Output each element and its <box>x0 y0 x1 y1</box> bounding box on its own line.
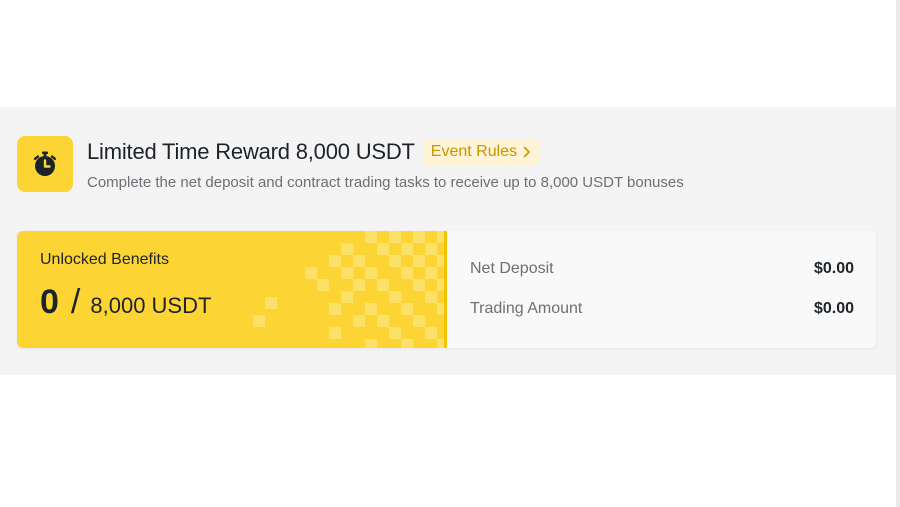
trading-amount-value: $0.00 <box>813 300 854 317</box>
chevron-right-icon <box>523 146 531 158</box>
page-right-edge <box>896 0 900 507</box>
unlocked-benefits-label: Unlocked Benefits <box>40 251 169 268</box>
reward-header: Limited Time Reward 8,000 USDT Event Rul… <box>17 136 877 192</box>
benefits-separator: / <box>70 283 81 321</box>
unlocked-benefits-value: 0 / 8,000 USDT <box>40 283 211 327</box>
reward-panel: Limited Time Reward 8,000 USDT Event Rul… <box>0 107 896 375</box>
reward-icon-tile <box>17 136 73 192</box>
event-rules-button[interactable]: Event Rules <box>422 139 540 165</box>
title-row: Limited Time Reward 8,000 USDT Event Rul… <box>87 138 540 166</box>
task-stats-block: Net Deposit $0.00 Trading Amount $0.00 <box>447 231 876 348</box>
benefits-total-amount: 8,000 USDT <box>90 293 212 318</box>
pixel-pattern-decoration <box>253 231 447 348</box>
alarm-clock-icon <box>31 150 59 178</box>
event-rules-label: Event Rules <box>430 143 518 160</box>
stat-row-trading-amount: Trading Amount $0.00 <box>470 298 854 320</box>
benefits-current-amount: 0 <box>40 283 59 321</box>
unlocked-benefits-block: Unlocked Benefits 0 / 8,000 USDT <box>17 231 447 348</box>
trading-amount-label: Trading Amount <box>470 300 583 317</box>
page: Limited Time Reward 8,000 USDT Event Rul… <box>0 0 900 507</box>
reward-subtitle: Complete the net deposit and contract tr… <box>87 174 684 191</box>
reward-title: Limited Time Reward 8,000 USDT <box>87 139 415 164</box>
benefits-card: Unlocked Benefits 0 / 8,000 USDT Net Dep… <box>17 231 876 348</box>
stat-row-net-deposit: Net Deposit $0.00 <box>470 258 854 280</box>
net-deposit-value: $0.00 <box>813 260 854 277</box>
net-deposit-label: Net Deposit <box>470 260 554 277</box>
